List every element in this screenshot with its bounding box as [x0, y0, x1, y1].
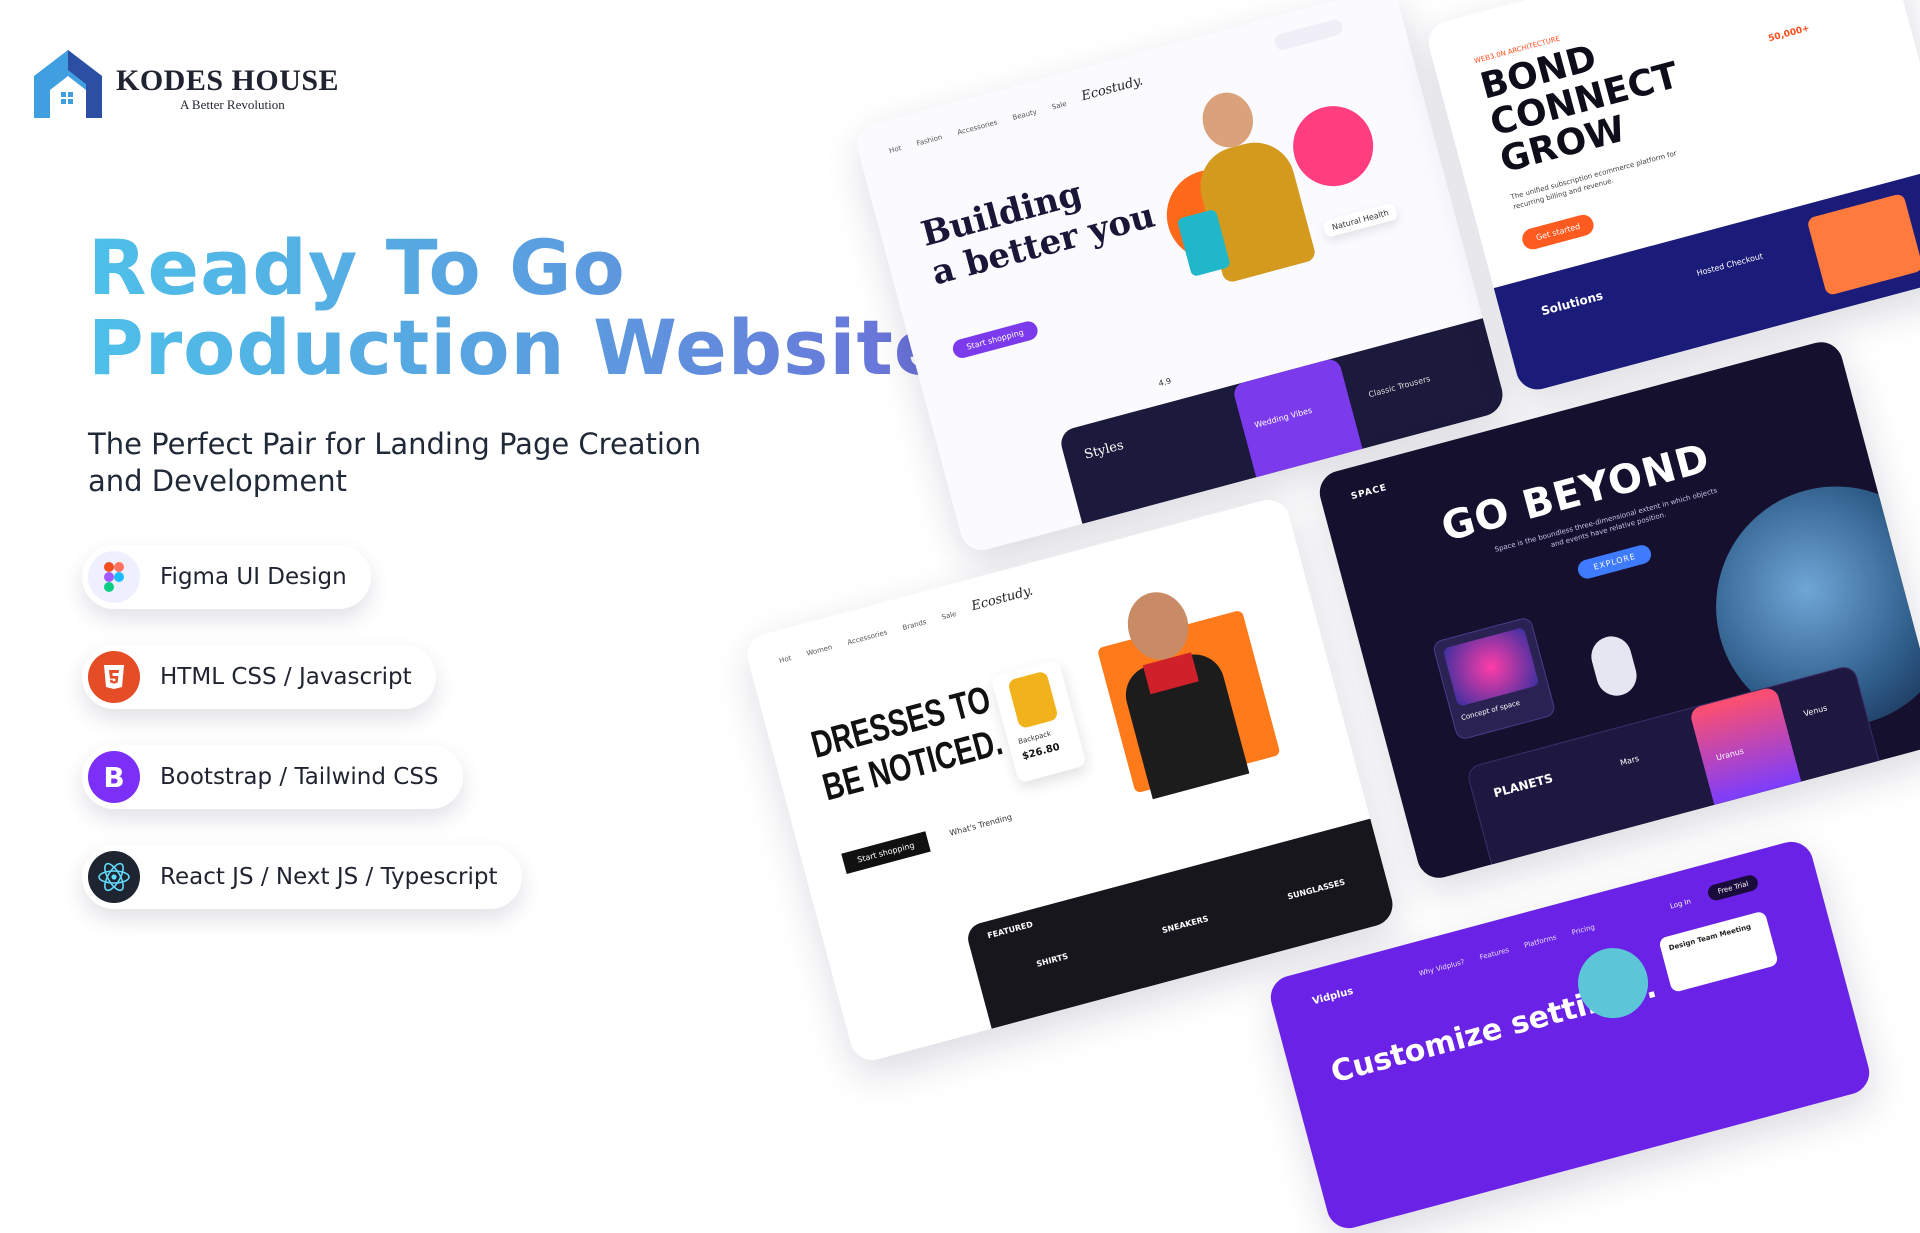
nav-item: Accessories — [956, 118, 999, 137]
nav-item: Women — [805, 643, 834, 658]
feature-label: React JS / Next JS / Typescript — [160, 864, 498, 890]
category-label: SUNGLASSES — [1286, 877, 1347, 902]
mockup-secondary-cta: What's Trending — [948, 812, 1013, 838]
mockup-logo: Vidplus — [1311, 985, 1355, 1008]
headline-line-2: Production Website — [88, 303, 947, 392]
solutions-band: Solutions Hosted Checkout — [1493, 166, 1920, 395]
planet-highlight — [1688, 685, 1802, 806]
headline-line-1: Ready To Go — [88, 223, 626, 312]
mockup-rating: 4.9 — [1157, 376, 1173, 389]
react-icon — [88, 851, 140, 903]
brand-name: KODES HOUSE — [116, 64, 340, 97]
mockup-logo: SPACE — [1350, 482, 1389, 503]
house-logo-icon — [34, 50, 102, 118]
nav-item: Brands — [901, 617, 928, 632]
product-card: Backpack $26.80 — [990, 658, 1087, 784]
nav-item: Why Vidplus? — [1418, 957, 1466, 978]
band-orange-card — [1806, 192, 1920, 297]
login-link: Log In — [1669, 897, 1692, 911]
mockup-logo: Ecostudy. — [969, 583, 1035, 615]
hero-headline: Ready To Go Production Website — [88, 228, 946, 388]
product-name: Backpack — [1017, 729, 1052, 746]
mockup-cta: Get started — [1519, 212, 1597, 252]
feature-figma: Figma UI Design — [82, 545, 371, 609]
mockup-logo: Ecostudy. — [1079, 73, 1145, 105]
signup-button: Free Trial — [1706, 873, 1761, 903]
nav-item: Fashion — [915, 133, 944, 148]
feature-label: HTML CSS / Javascript — [160, 664, 412, 690]
mockup-cta: EXPLORE — [1575, 542, 1654, 581]
product-price: $26.80 — [1021, 741, 1062, 763]
planet-name: Venus — [1802, 703, 1829, 719]
mockup-stat: 50,000+ — [1767, 23, 1811, 45]
card-label: Classic Trousers — [1367, 374, 1432, 400]
nav-item: Beauty — [1011, 107, 1038, 122]
featured-label: FEATURED — [986, 919, 1034, 941]
astronaut-icon — [1586, 631, 1642, 701]
feature-label: Figma UI Design — [160, 564, 347, 590]
search-icon — [1272, 17, 1345, 52]
model-photo — [1067, 571, 1283, 808]
mockup-cta: Start shopping — [950, 319, 1040, 361]
mockup-bond: WEB3.0N ARCHITECTURE BOND CONNECT GROW T… — [1423, 0, 1920, 395]
nav-item: Hot — [778, 654, 793, 666]
bootstrap-icon: B — [88, 751, 140, 803]
mockup-cta: Start shopping — [841, 831, 931, 874]
feature-react: React JS / Next JS / Typescript — [82, 845, 522, 909]
feature-html: HTML CSS / Javascript — [82, 645, 436, 709]
nav-item: Sale — [940, 609, 958, 622]
mockup-nav: Hot Women Accessories Brands Sale — [778, 606, 972, 665]
planets-title: PLANETS — [1492, 770, 1555, 801]
meeting-card: Design Team Meeting — [1658, 910, 1779, 994]
feature-bootstrap: B Bootstrap / Tailwind CSS — [82, 745, 463, 809]
feature-label: Bootstrap / Tailwind CSS — [160, 764, 439, 790]
nav-item: Sale — [1051, 99, 1068, 112]
shopper-photo — [1156, 66, 1383, 303]
nav-item: Platforms — [1523, 933, 1558, 950]
category-label: SHIRTS — [1035, 951, 1070, 969]
nav-item: Accessories — [846, 628, 889, 647]
nav-item: Hot — [888, 144, 903, 156]
concept-card: Concept of space — [1431, 616, 1557, 741]
brand-tagline: A Better Revolution — [180, 97, 285, 112]
category-label: SNEAKERS — [1161, 914, 1210, 936]
figma-icon — [88, 551, 140, 603]
planet-name: Mars — [1619, 753, 1641, 768]
nav-item: Pricing — [1570, 923, 1596, 937]
html5-icon — [88, 651, 140, 703]
card-title: Design Team Meeting — [1667, 922, 1752, 953]
mockup-nav: Hot Fashion Accessories Beauty Sale — [888, 96, 1083, 155]
band-item: Hosted Checkout — [1695, 251, 1764, 278]
hero-subheadline: The Perfect Pair for Landing Page Creati… — [88, 427, 702, 498]
band-title: Solutions — [1539, 288, 1605, 319]
card-label: Styles — [1082, 437, 1126, 463]
nav-item: Features — [1478, 946, 1510, 962]
